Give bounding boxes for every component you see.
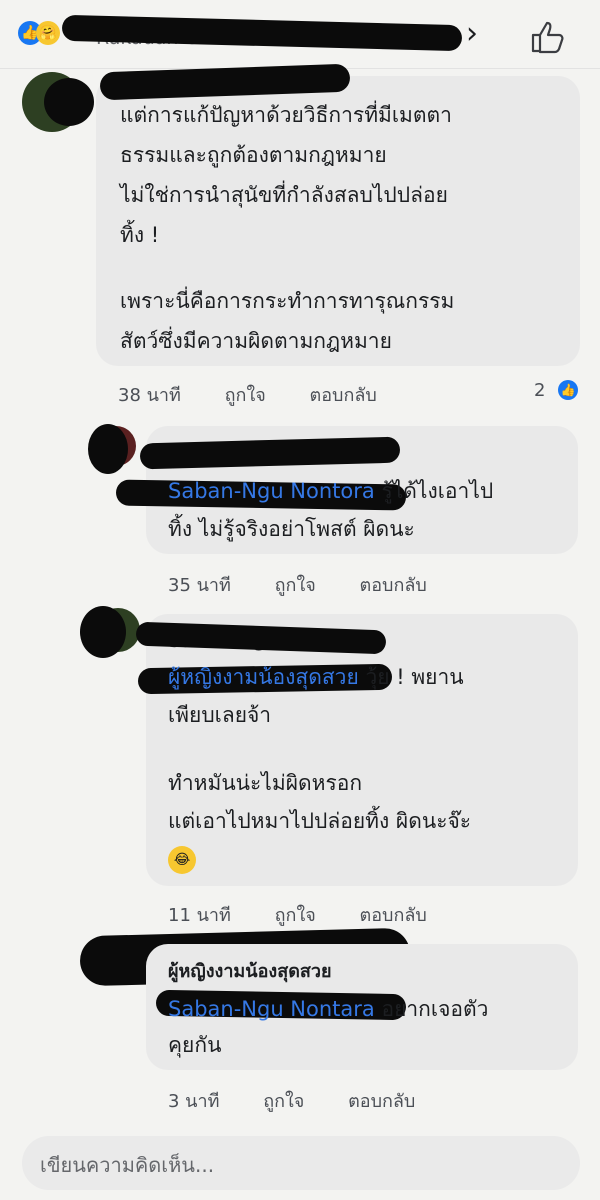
comment-text-line: ทิ้ง !	[120, 223, 160, 247]
comment-composer[interactable]: เขียนความคิดเห็น...	[22, 1136, 580, 1190]
mention-link[interactable]: ผู้หญิงงามน้องสุดสวย	[168, 665, 359, 689]
comment-text-line: Saban-Ngu Nontora รู้ได้ไงเอาไป	[168, 479, 494, 503]
reply-link[interactable]: ตอบกลับ	[348, 1091, 415, 1112]
comment-actions: 35 นาที ถูกใจ ตอบกลับ	[168, 570, 465, 599]
comment-text-line: ธรรมและถูกต้องตามกฎหมาย	[120, 143, 387, 167]
comment-time: 35 นาที	[168, 575, 231, 596]
comment-input-placeholder[interactable]: เขียนความคิดเห็น...	[40, 1149, 214, 1181]
comment-time: 3 นาที	[168, 1091, 220, 1112]
comment-time: 11 นาที	[168, 905, 231, 926]
comment-text-line: แต่การแก้ปัญหาด้วยวิธีการที่มีเมตตา	[120, 103, 452, 127]
comment-time: 38 นาที	[118, 385, 181, 406]
comment-text-line: ผู้หญิงงามน้องสุดสวย วุ้ย ! พยาน	[168, 665, 464, 689]
comment-text-line: Saban-Ngu Nontara อยากเจอตัว	[168, 997, 489, 1021]
like-link[interactable]: ถูกใจ	[225, 385, 266, 406]
top-reactions-bar[interactable]: 👍 🤗 Rukadan On... ›	[0, 0, 600, 69]
reaction-count[interactable]: 2	[534, 380, 545, 401]
mention-link[interactable]: Saban-Ngu Nontara	[168, 997, 375, 1021]
laughing-emoji-icon: 😂	[168, 846, 196, 874]
comment-text-line: แต่เอาไปหมาไปปล่อยทิ้ง ผิดนะจ๊ะ	[168, 809, 472, 833]
comment-text-line: เพราะนี่คือการกระทำการทารุณกรรม	[120, 289, 455, 313]
redaction-scribble	[88, 424, 128, 474]
comment-text-line: คุยกัน	[168, 1033, 222, 1057]
comment-text-line: ไม่ใช่การนำสุนัขที่กำลังสลบไปปล่อย	[120, 183, 448, 207]
comment-bubble[interactable]: ผู้หญิงงามน้องสุดสวย Saban-Ngu Nontara อ…	[146, 944, 578, 1070]
commenter-name[interactable]: ผู้หญิงงามน้องสุดสวย	[168, 954, 332, 989]
comment-actions: 11 นาที ถูกใจ ตอบกลับ	[168, 900, 465, 929]
redaction-scribble	[99, 63, 351, 101]
like-link[interactable]: ถูกใจ	[263, 1091, 304, 1112]
comment-actions: 38 นาที ถูกใจ ตอบกลับ	[118, 380, 415, 409]
comment-text-line: เพียบเลยจ้า	[168, 703, 272, 727]
comment-text-line: ทิ้ง ไม่รู้จริงอย่าโพสต์ ผิดนะ	[168, 517, 415, 541]
comment-actions: 3 นาที ถูกใจ ตอบกลับ	[168, 1086, 453, 1115]
thumb-up-icon[interactable]	[530, 20, 566, 54]
like-link[interactable]: ถูกใจ	[275, 575, 316, 596]
comment-bubble[interactable]: Saban-Ngu Nontara ผู้หญิงงามน้องสุดสวย ว…	[135, 614, 578, 886]
comment-text-line: ทำหมันน่ะไม่ผิดหรอก	[168, 771, 363, 795]
reply-link[interactable]: ตอบกลับ	[310, 385, 377, 406]
comment-bubble[interactable]: แต่การแก้ปัญหาด้วยวิธีการที่มีเมตตา ธรรม…	[96, 63, 580, 366]
redaction-scribble	[44, 78, 94, 126]
like-link[interactable]: ถูกใจ	[275, 905, 316, 926]
reply-link[interactable]: ตอบกลับ	[360, 575, 427, 596]
comment-bubble[interactable]: Saban-Ngu Nontora รู้ได้ไงเอาไป ทิ้ง ไม่…	[115, 426, 578, 554]
like-badge-icon: 👍	[558, 380, 578, 400]
comment-text-line: สัตว์ซึ่งมีความผิดตามกฎหมาย	[120, 329, 392, 353]
chevron-right-icon[interactable]: ›	[466, 16, 478, 51]
redaction-scribble	[139, 436, 401, 470]
mention-link[interactable]: Saban-Ngu Nontora	[168, 479, 375, 503]
redaction-scribble	[80, 606, 126, 658]
reply-link[interactable]: ตอบกลับ	[360, 905, 427, 926]
care-reaction-icon: 🤗	[36, 21, 60, 45]
